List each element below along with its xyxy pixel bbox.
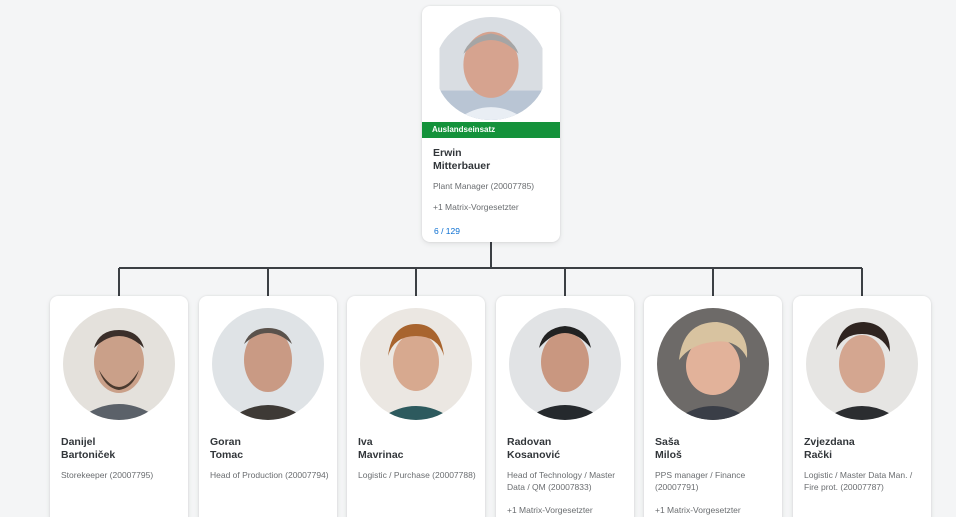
avatar (212, 308, 324, 420)
org-chart: Auslandseinsatz Erwin Mitterbauer Plant … (0, 0, 966, 517)
employee-name: Iva Mavrinac (358, 436, 404, 462)
last-name: Mavrinac (358, 449, 404, 461)
avatar (435, 17, 547, 120)
first-name: Saša (655, 436, 680, 448)
report-card[interactable]: Zvjezdana Rački Logistic / Master Data M… (793, 296, 931, 517)
last-name: Miloš (655, 449, 682, 461)
employee-name: Radovan Kosanović (507, 436, 560, 462)
last-name: Rački (804, 449, 833, 461)
employee-name: Erwin Mitterbauer (433, 147, 490, 173)
first-name: Danijel (61, 436, 96, 448)
first-name: Iva (358, 436, 373, 448)
first-name: Radovan (507, 436, 552, 448)
report-card[interactable]: Saša Miloš PPS manager / Finance (200077… (644, 296, 782, 517)
employee-role: Head of Production (20007794) (210, 470, 329, 480)
matrix-manager-link[interactable]: +1 Matrix-Vorgesetzter (433, 201, 519, 213)
last-name: Mitterbauer (433, 160, 491, 172)
last-name: Tomac (210, 449, 244, 461)
report-card[interactable]: Radovan Kosanović Head of Technology / M… (496, 296, 634, 517)
employee-name: Goran Tomac (210, 436, 243, 462)
avatar (360, 308, 472, 420)
matrix-manager-link[interactable]: +1 Matrix-Vorgesetzter (655, 504, 741, 516)
employee-role: Logistic / Master Data Man. / Fire prot.… (804, 470, 913, 492)
avatar (657, 308, 769, 420)
employee-name: Danijel Bartoniček (61, 436, 115, 462)
report-card[interactable]: Goran Tomac Head of Production (20007794… (199, 296, 337, 517)
avatar (509, 308, 621, 420)
report-card[interactable]: Iva Mavrinac Logistic / Purchase (200077… (347, 296, 485, 517)
employee-role: Storekeeper (20007795) (61, 470, 154, 480)
avatar (63, 308, 175, 420)
employee-name: Zvjezdana Rački (804, 436, 855, 462)
first-name: Zvjezdana (804, 436, 855, 448)
employee-role: Head of Technology / Master Data / QM (2… (507, 470, 616, 492)
employee-name: Saša Miloš (655, 436, 682, 462)
status-badge: Auslandseinsatz (422, 122, 560, 138)
first-name: Goran (210, 436, 241, 448)
last-name: Bartoniček (61, 449, 116, 461)
direct-reports-count-link[interactable]: 6 / 129 (434, 225, 460, 237)
last-name: Kosanović (507, 449, 561, 461)
avatar (806, 308, 918, 420)
first-name: Erwin (433, 147, 462, 159)
report-card[interactable]: Danijel Bartoniček Storekeeper (20007795… (50, 296, 188, 517)
employee-role: Plant Manager (20007785) (433, 181, 535, 191)
employee-role: PPS manager / Finance (20007791) (655, 470, 746, 492)
manager-card[interactable]: Auslandseinsatz Erwin Mitterbauer Plant … (422, 6, 560, 242)
matrix-manager-link[interactable]: +1 Matrix-Vorgesetzter (507, 504, 593, 516)
employee-role: Logistic / Purchase (20007788) (358, 470, 476, 480)
